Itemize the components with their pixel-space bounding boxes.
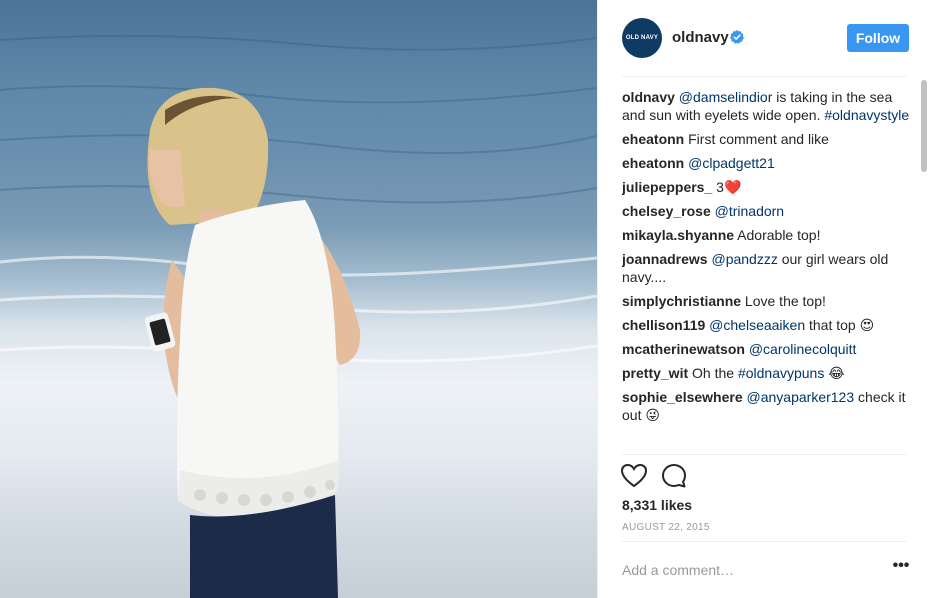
username[interactable]: oldnavy [672,29,729,46]
comment-username[interactable]: simplychristianne [622,293,741,309]
comment-username[interactable]: eheatonn [622,155,684,171]
comment-item: mikayla.shyanne Adorable top! [622,226,912,244]
post-details-panel: OLD NAVY oldnavy Follow oldnavy @damseli… [597,0,931,598]
comment-bubble-icon[interactable] [660,462,688,490]
hashtag-link[interactable]: #oldnavypuns [738,365,824,381]
comment-text: 😂 [824,365,845,381]
comment-text: Oh the [688,365,738,381]
mention-link[interactable]: @carolinecolquitt [749,341,857,357]
divider [622,76,907,77]
comment-item: chellison119 @chelseaaiken that top 😍 [622,316,912,334]
add-comment-input[interactable] [622,558,872,582]
beach-photo-illustration [0,34,597,598]
comment-item: joannadrews @pandzzz our girl wears old … [622,250,912,286]
comment-item: eheatonn First comment and like [622,130,912,148]
hashtag-link[interactable]: #oldnavystyle [824,107,909,123]
scrollbar-thumb[interactable] [921,80,927,172]
comments-scrollbar[interactable] [920,76,928,454]
comment-text: Adorable top! [734,227,821,243]
mention-link[interactable]: @trinadorn [715,203,784,219]
comment-username[interactable]: oldnavy [622,89,675,105]
mention-link[interactable]: @pandzzz [711,251,777,267]
comment-text: Love the top! [741,293,826,309]
comment-item: mcatherinewatson @carolinecolquitt [622,340,912,358]
comment-text: that top 😍 [805,317,875,333]
mention-link[interactable]: @chelseaaiken [709,317,805,333]
verified-badge-icon [730,30,744,44]
follow-button[interactable]: Follow [847,24,909,52]
divider [622,454,907,455]
comment-text: 3❤️ [712,179,742,195]
avatar[interactable]: OLD NAVY [622,18,662,58]
comment-username[interactable]: chellison119 [622,317,705,333]
mention-link[interactable]: @damselindior [679,89,773,105]
comment-item: juliepeppers_ 3❤️ [622,178,912,196]
comment-username[interactable]: joannadrews [622,251,708,267]
post-photo[interactable] [0,0,597,598]
comment-item: pretty_wit Oh the #oldnavypuns 😂 [622,364,912,382]
divider [622,541,907,542]
comment-username[interactable]: mikayla.shyanne [622,227,734,243]
comment-username[interactable]: juliepeppers_ [622,179,712,195]
comment-username[interactable]: sophie_elsewhere [622,389,743,405]
comments-list: oldnavy @damselindior is taking in the s… [622,88,912,454]
comment-username[interactable]: chelsey_rose [622,203,711,219]
comment-username[interactable]: pretty_wit [622,365,688,381]
comment-item: chelsey_rose @trinadorn [622,202,912,220]
comment-item: sophie_elsewhere @anyaparker123 check it… [622,388,912,424]
comment-username[interactable]: eheatonn [622,131,684,147]
mention-link[interactable]: @anyaparker123 [747,389,855,405]
post-header: OLD NAVY oldnavy Follow [598,0,931,76]
comment-item: simplychristianne Love the top! [622,292,912,310]
comment-item: eheatonn @clpadgett21 [622,154,912,172]
mention-link[interactable]: @clpadgett21 [688,155,775,171]
comment-text: First comment and like [684,131,829,147]
likes-count[interactable]: 8,331 likes [622,497,692,513]
heart-icon[interactable] [620,462,648,490]
post-date[interactable]: AUGUST 22, 2015 [622,522,710,533]
comment-username[interactable]: mcatherinewatson [622,341,745,357]
comment-item: oldnavy @damselindior is taking in the s… [622,88,912,124]
more-options-button[interactable]: ••• [892,558,910,578]
